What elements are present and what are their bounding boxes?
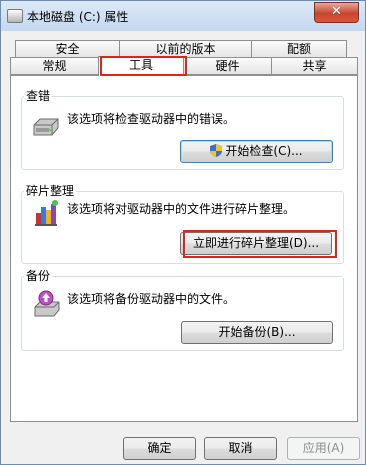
defrag-description: 该选项将对驱动器中的文件进行碎片整理。 xyxy=(67,202,296,216)
error-check-description: 该选项将检查驱动器中的错误。 xyxy=(67,112,236,126)
defragment-now-button[interactable]: 立即进行碎片整理(D)... xyxy=(180,232,332,255)
tab-tools[interactable]: 工具 xyxy=(98,56,184,76)
backup-icon xyxy=(34,290,60,317)
tab-hardware[interactable]: 硬件 xyxy=(183,57,272,75)
hard-drive-icon xyxy=(33,118,59,136)
backup-now-button[interactable]: 开始备份(B)... xyxy=(181,321,333,344)
tab-quota[interactable]: 配额 xyxy=(251,40,347,58)
title-bar[interactable]: 本地磁盘 (C:) 属性 ✕ xyxy=(1,1,365,31)
ok-button[interactable]: 确定 xyxy=(123,437,196,460)
check-now-button[interactable]: 开始检查(C)... xyxy=(180,140,333,163)
tab-general[interactable]: 常规 xyxy=(10,57,99,75)
tools-panel: 查错 该选项将检查驱动器中的错误。 开始检查(C)... 碎片整理 该选项将对驱… xyxy=(10,75,358,422)
close-button[interactable]: ✕ xyxy=(314,2,359,23)
error-check-title: 查错 xyxy=(24,87,53,104)
tab-sharing[interactable]: 共享 xyxy=(271,57,358,75)
drive-icon xyxy=(7,9,23,23)
backup-title: 备份 xyxy=(24,267,53,284)
backup-description: 该选项将备份驱动器中的文件。 xyxy=(67,292,236,306)
check-now-label: 开始检查(C)... xyxy=(225,144,303,158)
defrag-icon xyxy=(35,200,58,226)
properties-dialog: 本地磁盘 (C:) 属性 ✕ 安全 以前的版本 配额 常规 工具 硬件 共享 查… xyxy=(0,0,366,465)
defrag-title: 碎片整理 xyxy=(24,182,77,199)
uac-shield-icon xyxy=(210,144,223,157)
window-title: 本地磁盘 (C:) 属性 xyxy=(27,10,129,24)
cancel-button[interactable]: 取消 xyxy=(204,437,277,460)
apply-button[interactable]: 应用(A) xyxy=(287,437,360,460)
